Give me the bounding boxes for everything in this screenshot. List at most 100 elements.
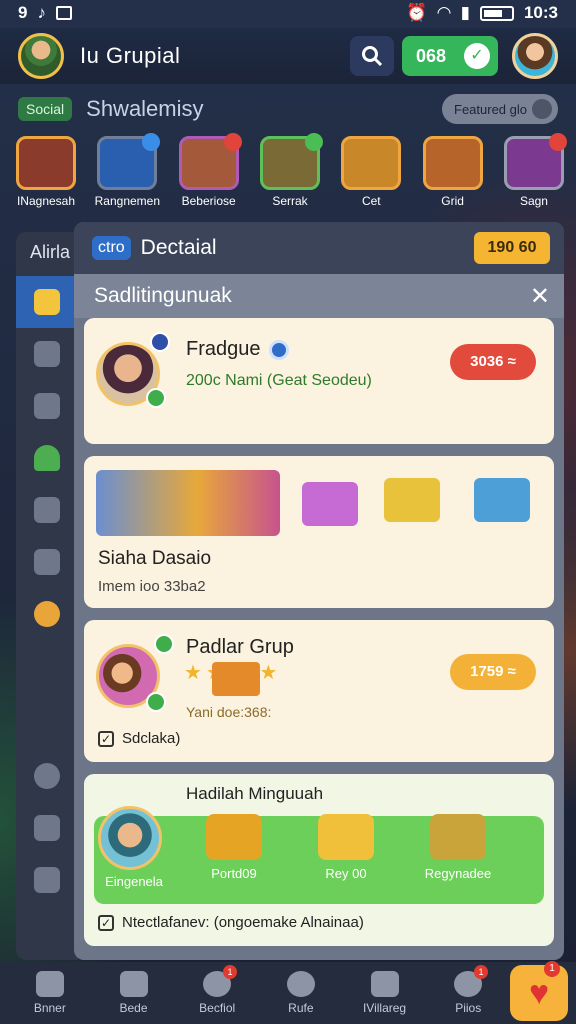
- badge-dot: [142, 133, 161, 151]
- checkbox-label: Sdclaka): [122, 730, 181, 747]
- group-title: Padlar Grup: [186, 636, 294, 658]
- gear-icon: [34, 763, 60, 789]
- sidebar-item-favorites[interactable]: [16, 276, 78, 328]
- card-title: Fradgue: [186, 338, 261, 360]
- category-label: Serrak: [272, 194, 308, 208]
- panel-price-button[interactable]: 190 60: [474, 232, 550, 264]
- card-title-row: Fradgue: [186, 338, 289, 361]
- alarm-icon: ⏰: [406, 3, 428, 22]
- bundle-description: Imem ioo 33ba2: [98, 578, 206, 595]
- bundle-banner: [96, 470, 280, 536]
- nav-label: Bnner: [33, 1001, 66, 1015]
- group-icon: [34, 497, 60, 523]
- search-button[interactable]: [350, 36, 394, 76]
- status-bar: 9 ♪ ⏰ ◠ ▮ 10:3: [0, 0, 576, 26]
- potion-icon: [97, 133, 161, 190]
- nav-label: Bede: [119, 1001, 148, 1015]
- sidebar-item-settings[interactable]: [16, 750, 78, 802]
- badge-dot: [223, 133, 242, 151]
- online-badge-icon: [146, 388, 166, 408]
- nav-label: Piios: [455, 1001, 482, 1015]
- category-item[interactable]: Rangnemen: [91, 133, 163, 216]
- sidebar-item-chat[interactable]: [16, 802, 78, 854]
- category-item[interactable]: Sagn: [498, 133, 570, 216]
- nav-item-banner[interactable]: Bnner: [8, 971, 92, 1015]
- group-price-button[interactable]: 1759 ≈: [450, 654, 536, 690]
- category-item[interactable]: INagnesah: [10, 136, 82, 216]
- coin-chest-icon: [318, 814, 374, 860]
- battery-icon: [479, 5, 514, 21]
- level-badge-icon: [150, 332, 170, 352]
- category-label: Rangnemen: [94, 194, 161, 208]
- coins-icon: [341, 136, 402, 190]
- gift-box-icon: [302, 482, 358, 526]
- buy-button[interactable]: 3036 ≈: [450, 344, 536, 380]
- category-label: INagnesah: [16, 194, 76, 208]
- offer-card[interactable]: Fradgue 200c Nami (Geat Seodeu) 3036 ≈: [84, 318, 554, 444]
- nav-item-profile[interactable]: Rufe: [259, 971, 343, 1015]
- stack-icon: [35, 971, 64, 997]
- reward-item[interactable]: Rey 00: [306, 814, 386, 881]
- category-label: Grid: [441, 194, 464, 208]
- checkbox[interactable]: ✓: [98, 730, 114, 747]
- featured-toggle-label: Featured glo: [454, 101, 527, 117]
- checkbox[interactable]: ✓: [98, 914, 114, 931]
- notification-badge: 1: [474, 965, 489, 979]
- nav-item-photos[interactable]: 1 Piios: [426, 965, 510, 1015]
- category-item[interactable]: Serrak: [254, 133, 326, 216]
- present-icon: [474, 478, 530, 522]
- user-avatar[interactable]: [18, 33, 64, 79]
- favorite-button[interactable]: ♥ 1: [510, 961, 569, 1021]
- close-icon[interactable]: ✕: [530, 282, 550, 311]
- bundle-card[interactable]: Siaha Dasaio Imem ioo 33ba2: [84, 456, 554, 608]
- sidebar-item-friends[interactable]: [16, 328, 78, 380]
- panel-subheader: Sadlitingunuak ✕: [74, 274, 564, 318]
- star-icon: [34, 289, 60, 315]
- treasure-icon: [422, 136, 483, 190]
- nav-item-home[interactable]: Bede: [92, 971, 176, 1015]
- reward-checkbox-row[interactable]: ✓ Ntectlafanev: (ongoemake Alnainaa): [98, 914, 364, 931]
- panel-title: Dectaial: [140, 236, 217, 259]
- group-description: Yani doe:368:: [186, 704, 272, 720]
- section-tag[interactable]: Social: [18, 97, 73, 121]
- category-item[interactable]: Cet: [335, 136, 407, 216]
- toggle-knob: [532, 99, 552, 119]
- category-item[interactable]: Beberiose: [173, 133, 245, 216]
- panel-subtitle: Sadlitingunuak: [94, 284, 232, 307]
- panel-header: ctro Dectaial 190 60: [74, 222, 564, 274]
- badge-dot: [548, 133, 567, 151]
- sidebar-item-gifts[interactable]: [16, 588, 78, 640]
- home-icon: [34, 867, 60, 893]
- top-header: Iu Grupial 068 ✓: [0, 28, 576, 84]
- notification-icon: 9: [18, 3, 28, 22]
- group-card[interactable]: Padlar Grup ★★ ★★ Yani doe:368: ✓ Sdclak…: [84, 620, 554, 762]
- reward-item[interactable]: Portd09: [194, 814, 274, 881]
- checkbox-label: Ntectlafanev: (ongoemake Alnainaa): [122, 914, 364, 931]
- scroll-icon: [178, 133, 242, 190]
- sidebar-item-home[interactable]: [16, 854, 78, 906]
- nav-label: Becfiol: [199, 1001, 236, 1015]
- online-badge-icon: [146, 692, 166, 712]
- detail-panel: ctro Dectaial 190 60 Sadlitingunuak ✕ Fr…: [74, 222, 564, 960]
- sidebar-item-box[interactable]: [16, 380, 78, 432]
- coin-stack-icon: [384, 478, 440, 522]
- coin-button[interactable]: 068 ✓: [402, 36, 498, 76]
- category-item[interactable]: Grid: [417, 136, 489, 216]
- nav-item-village[interactable]: IVillareg: [343, 971, 427, 1015]
- reward-label: Portd09: [211, 866, 257, 881]
- category-label: Cet: [361, 194, 381, 208]
- group-checkbox-row[interactable]: ✓ Sdclaka): [98, 730, 180, 747]
- music-icon: ♪: [37, 3, 46, 22]
- sidebar-item-tree[interactable]: [16, 432, 78, 484]
- profile-avatar[interactable]: [512, 33, 558, 79]
- shield-icon: [286, 971, 315, 997]
- sidebar-item-edit[interactable]: [16, 536, 78, 588]
- sidebar-item-group[interactable]: [16, 484, 78, 536]
- box-icon: [34, 393, 60, 419]
- house-icon: [119, 971, 148, 997]
- reward-card[interactable]: Hadilah Minguuah Eingenela Portd09 Rey 0…: [84, 774, 554, 946]
- notification-badge: 1: [544, 961, 561, 977]
- nav-item-chat[interactable]: 1 Becfiol: [175, 965, 259, 1015]
- featured-toggle[interactable]: Featured glo: [442, 94, 558, 124]
- reward-item[interactable]: Regynadee: [418, 814, 498, 881]
